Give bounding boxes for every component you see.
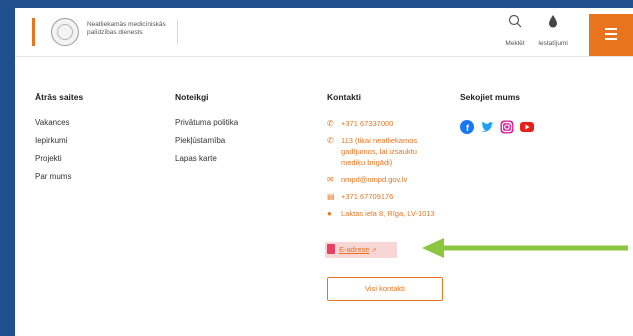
twitter-icon[interactable] [480,120,494,134]
search-label: Meklēt [505,40,525,47]
logo-divider [177,20,178,44]
contact-address[interactable]: ● Laktas iela 8, Rīga, LV-1013 [327,208,441,219]
phone-icon: ✆ [327,136,334,145]
terms-column: Noteikgi Privātuma politika Piekļūstamīb… [175,92,238,172]
e-address-link[interactable]: E-adrese ↗ [325,242,397,258]
quick-links-title: Ātrās saites [35,92,84,102]
e-address-icon [327,244,335,254]
menu-button[interactable] [589,14,633,56]
contact-emergency[interactable]: ✆ 113 (tikai neatliekamos gadījumos, lai… [327,135,441,168]
follow-title: Sekojiet mums [460,92,520,102]
link-accessibility[interactable]: Piekļūstamība [175,136,238,145]
link-iepirkumi[interactable]: Iepirkumi [35,136,83,145]
link-sitemap[interactable]: Lapas karte [175,154,238,163]
youtube-icon[interactable] [520,120,534,134]
external-link-icon: ↗ [371,248,377,254]
page-frame: Neatliekamās medicīniskās palīdzības die… [15,8,633,336]
contact-email[interactable]: ✉ nmpd@nmpd.gov.lv [327,174,441,185]
contacts-column: Kontakti ✆ +371 67337000 ✆ 113 (tikai ne… [327,92,441,225]
search-icon [497,14,533,32]
phone-icon: ✆ [327,119,334,128]
facebook-icon[interactable]: f [460,120,474,134]
contacts-title: Kontakti [327,92,361,102]
location-pin-icon: ● [327,209,332,218]
link-projekti[interactable]: Projekti [35,154,83,163]
settings-button[interactable]: Iestatījumi [535,14,571,50]
search-button[interactable]: Meklēt [497,14,533,50]
link-vakances[interactable]: Vakances [35,118,83,127]
quick-links-column: Ātrās saites Vakances Iepirkumi Projekti… [35,92,83,190]
follow-column: Sekojiet mums [460,92,520,118]
terms-title: Noteikgi [175,92,209,102]
hamburger-icon [605,28,617,30]
link-par-mums[interactable]: Par mums [35,172,83,181]
org-name[interactable]: Neatliekamās medicīniskās palīdzības die… [87,21,177,37]
mail-icon: ✉ [327,175,334,184]
header-accent-bar [32,18,35,46]
contact-fax[interactable]: ▤ +371 67709176 [327,191,441,202]
site-header: Neatliekamās medicīniskās palīdzības die… [15,8,633,57]
annotation-arrow [422,238,628,258]
fax-icon: ▤ [327,192,335,201]
instagram-icon[interactable] [500,120,514,134]
contact-phone[interactable]: ✆ +371 67337000 [327,118,441,129]
contrast-drop-icon [535,14,571,32]
logo-icon[interactable] [51,18,79,46]
all-contacts-button[interactable]: Visi kontakti [327,277,443,301]
settings-label: Iestatījumi [538,40,568,47]
link-privacy-policy[interactable]: Privātuma politika [175,118,238,127]
